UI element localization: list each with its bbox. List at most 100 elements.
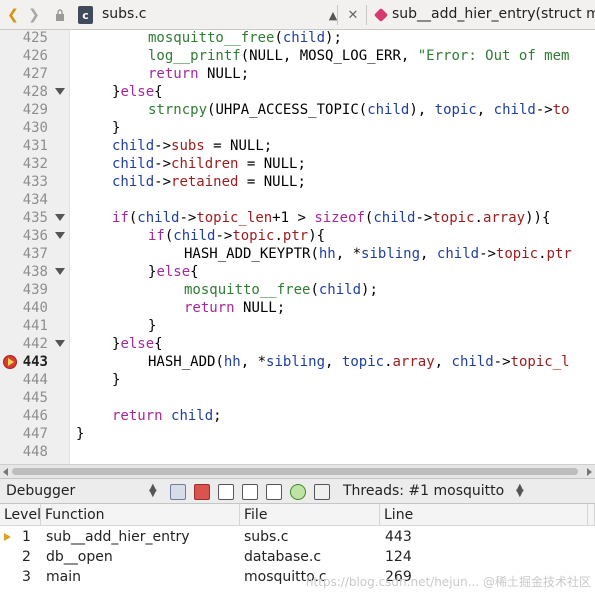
frame-icon[interactable]	[314, 484, 330, 500]
stack-frame-row[interactable]: 1 sub__add_hier_entry subs.c 443	[0, 527, 595, 547]
code-token: child	[112, 138, 155, 154]
code-text: mosquitto__free(child);	[148, 30, 342, 47]
code-line[interactable]: 430}	[0, 119, 595, 137]
code-token: }	[148, 318, 157, 334]
column-header-extra[interactable]	[588, 504, 595, 526]
code-token: child	[367, 102, 410, 118]
scroll-right-icon[interactable]	[587, 468, 592, 476]
code-line[interactable]: 440 return NULL;	[0, 299, 595, 317]
code-line[interactable]: 445	[0, 389, 595, 407]
code-text: }	[112, 371, 120, 389]
code-token: {	[154, 336, 163, 352]
scroll-left-icon[interactable]	[3, 468, 8, 476]
code-line[interactable]: 432 child->children = NULL;	[0, 155, 595, 173]
code-token: NULL	[263, 174, 298, 190]
code-line[interactable]: 434	[0, 191, 595, 209]
column-header-line[interactable]: Line	[380, 504, 588, 526]
code-token: , *	[240, 354, 267, 370]
line-number: 447	[22, 426, 48, 442]
chevron-left-icon[interactable]: ❮	[2, 5, 24, 25]
frame-level: 2	[22, 549, 31, 565]
close-icon[interactable]: ✕	[345, 5, 361, 25]
current-function-name[interactable]: sub__add_hier_entry(struct mo	[392, 6, 595, 22]
threads-selector[interactable]: Threads: #1 mosquitto	[343, 483, 504, 499]
code-line[interactable]: 446 return child;	[0, 407, 595, 425]
fold-toggle-icon[interactable]	[55, 268, 65, 275]
column-header-function[interactable]: Function	[41, 504, 240, 526]
code-token: , *	[335, 246, 362, 262]
chevron-down-icon[interactable]: ▲	[325, 5, 341, 25]
breakpoint-current-icon[interactable]	[3, 355, 17, 369]
code-line[interactable]: 444}	[0, 371, 595, 389]
code-line[interactable]: 442}else{	[0, 335, 595, 353]
fold-toggle-icon[interactable]	[55, 232, 65, 239]
step-out-icon[interactable]	[266, 484, 282, 500]
code-token: mosquitto__free	[184, 282, 311, 298]
code-line[interactable]: 441}	[0, 317, 595, 335]
current-file-name[interactable]: subs.c	[102, 6, 147, 22]
column-header-level[interactable]: Level	[0, 504, 41, 526]
code-token: ->	[154, 138, 172, 154]
threads-selector-spinner-icon[interactable]: ▲ ▼	[516, 483, 524, 499]
code-line[interactable]: 447}	[0, 425, 595, 443]
scrollbar-thumb[interactable]	[12, 468, 578, 475]
code-token: retained	[171, 174, 239, 190]
code-line[interactable]: 428}else{	[0, 83, 595, 101]
code-line[interactable]: 429 strncpy(UHPA_ACCESS_TOPIC(child), top…	[0, 101, 595, 119]
restart-icon[interactable]	[290, 484, 306, 500]
column-header-file[interactable]: File	[240, 504, 380, 526]
code-token: children	[171, 156, 239, 172]
stop-icon[interactable]	[194, 484, 210, 500]
line-number: 435	[22, 210, 48, 226]
code-token: ,	[282, 48, 300, 64]
code-token: child	[436, 246, 480, 262]
code-line[interactable]: 435 if(child->topic_len+1 > sizeof(child-…	[0, 209, 595, 227]
code-token: child	[112, 174, 155, 190]
code-token: }	[112, 120, 121, 136]
stack-frame-row[interactable]: 2 db__open database.c 124	[0, 547, 595, 567]
code-token: UHPA_ACCESS_TOPIC	[215, 102, 359, 118]
code-text: }else{	[112, 335, 163, 353]
panel-selector-spinner-icon[interactable]: ▲ ▼	[149, 483, 157, 499]
code-token: )){	[525, 210, 551, 226]
code-editor[interactable]: 425 mosquitto__free(child); 426 log__printf…	[0, 30, 595, 464]
step-into-icon[interactable]	[242, 484, 258, 500]
fold-toggle-icon[interactable]	[55, 214, 65, 221]
line-number: 441	[22, 318, 48, 334]
code-line[interactable]: 448	[0, 443, 595, 461]
fold-toggle-icon[interactable]	[55, 88, 65, 95]
frame-function: db__open	[46, 549, 113, 565]
code-text: log__printf(NULL, MOSQ_LOG_ERR, "Error: …	[148, 47, 569, 65]
code-line[interactable]: 425 mosquitto__free(child);	[0, 30, 595, 47]
code-text: }	[148, 317, 156, 335]
code-line[interactable]: 427 return NULL;	[0, 65, 595, 83]
frame-file: database.c	[244, 549, 322, 565]
horizontal-scrollbar[interactable]	[0, 464, 595, 478]
code-token: child	[373, 210, 416, 226]
code-line[interactable]: 438}else{	[0, 263, 595, 281]
code-token: topic	[232, 228, 275, 244]
fold-toggle-icon[interactable]	[55, 340, 65, 347]
code-token: if	[112, 210, 129, 226]
code-line[interactable]: 439 mosquitto__free(child);	[0, 281, 595, 299]
step-over-icon[interactable]	[218, 484, 234, 500]
code-text: strncpy(UHPA_ACCESS_TOPIC(child), topic,…	[148, 101, 570, 119]
code-token: );	[361, 282, 378, 298]
line-number: 436	[22, 228, 48, 244]
code-token: "Error: Out of mem	[417, 48, 570, 64]
continue-icon[interactable]	[170, 484, 186, 500]
code-text: HASH_ADD(hh, *sibling, topic.array, chil…	[148, 353, 570, 371]
code-line[interactable]: 426 log__printf(NULL, MOSQ_LOG_ERR, "Erro…	[0, 47, 595, 65]
line-number: 425	[22, 30, 48, 46]
code-line[interactable]: 443 HASH_ADD(hh, *sibling, topic.array, c…	[0, 353, 595, 371]
code-token: {	[190, 264, 199, 280]
line-number: 448	[22, 444, 48, 460]
code-line[interactable]: 436 if(child->topic.ptr){	[0, 227, 595, 245]
chevron-right-icon[interactable]: ❯	[24, 5, 44, 25]
code-line[interactable]: 433 child->retained = NULL;	[0, 173, 595, 191]
debugger-panel-selector[interactable]: Debugger	[6, 483, 75, 499]
code-line[interactable]: 431 child->subs = NULL;	[0, 137, 595, 155]
code-line[interactable]: 437 HASH_ADD_KEYPTR(hh, *sibling, child->…	[0, 245, 595, 263]
code-token: .	[384, 354, 393, 370]
